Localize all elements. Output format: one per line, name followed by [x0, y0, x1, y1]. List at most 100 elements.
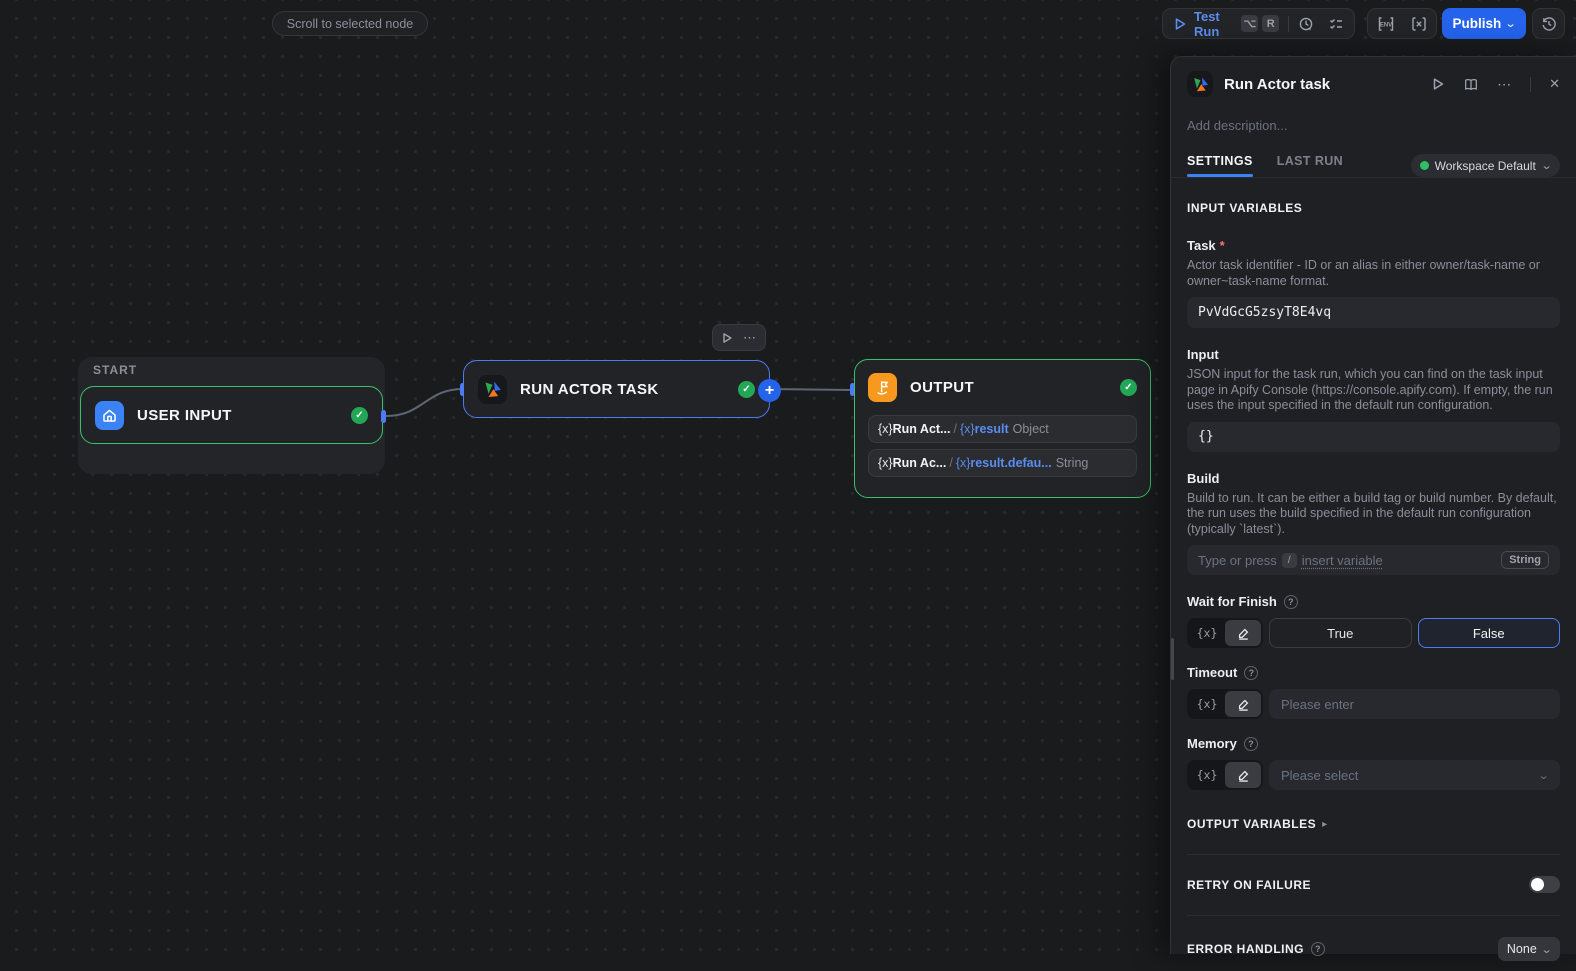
help-icon[interactable]: ? — [1244, 737, 1258, 751]
run-actor-task-node[interactable]: RUN ACTOR TASK ✓ + — [463, 360, 770, 418]
build-input[interactable]: Type or press / insert variable String — [1187, 545, 1560, 575]
source-node-name: Run Act... — [893, 422, 951, 436]
publish-button[interactable]: Publish ⌄ — [1442, 8, 1526, 39]
input-variables-header: INPUT VARIABLES — [1187, 201, 1560, 215]
fx-mode-button[interactable]: {x} — [1189, 620, 1225, 646]
chevron-down-icon: ⌄ — [1505, 17, 1517, 30]
timeout-input[interactable]: Please enter — [1269, 689, 1560, 719]
apify-logo-icon — [1187, 71, 1213, 97]
wait-false-button[interactable]: False — [1418, 618, 1561, 648]
output-variable-row[interactable]: {x}Run Ac... / {x}result.defau... String — [868, 449, 1137, 477]
node-title: USER INPUT — [137, 407, 338, 424]
version-history-button[interactable] — [1532, 8, 1565, 39]
node-play-icon[interactable] — [721, 332, 733, 344]
build-field-label: Build — [1187, 471, 1560, 486]
path-separator: / — [953, 422, 956, 436]
panel-scrollbar[interactable] — [1171, 638, 1174, 680]
toolbar-divider — [1288, 16, 1289, 32]
tab-settings[interactable]: SETTINGS — [1187, 154, 1253, 177]
json-value: {} — [1198, 429, 1214, 444]
fx-prefix: {x} — [878, 422, 893, 436]
output-variables-section[interactable]: OUTPUT VARIABLES ▸ — [1187, 817, 1560, 831]
flag-icon — [868, 373, 897, 402]
task-field-label: Task* — [1187, 238, 1560, 253]
section-divider — [1187, 915, 1560, 916]
description-placeholder[interactable]: Add description... — [1187, 118, 1560, 133]
edit-mode-button[interactable] — [1225, 762, 1261, 788]
run-node-icon[interactable] — [1431, 77, 1445, 91]
edit-mode-button[interactable] — [1225, 691, 1261, 717]
task-field-description: Actor task identifier - ID or an alias i… — [1187, 258, 1560, 289]
workspace-selector[interactable]: Workspace Default ⌄ — [1411, 154, 1560, 177]
build-field-description: Build to run. It can be either a build t… — [1187, 491, 1560, 538]
node-title: RUN ACTOR TASK — [520, 381, 725, 398]
close-icon[interactable]: ✕ — [1549, 76, 1560, 92]
output-node[interactable]: OUTPUT ✓ {x}Run Act... / {x}result Objec… — [854, 359, 1151, 498]
help-icon[interactable]: ? — [1244, 666, 1258, 680]
scroll-to-selected-node-button[interactable]: Scroll to selected node — [272, 11, 428, 36]
input-field-label: Input — [1187, 347, 1560, 362]
value-mode-switcher: {x} — [1187, 618, 1263, 648]
retry-on-failure-header: RETRY ON FAILURE — [1187, 878, 1311, 892]
fx-mode-button[interactable]: {x} — [1189, 691, 1225, 717]
checklist-icon[interactable] — [1328, 16, 1344, 32]
memory-select[interactable]: Please select ⌄ — [1269, 760, 1560, 790]
placeholder-text: Please enter — [1281, 697, 1354, 712]
output-variables-header: OUTPUT VARIABLES — [1187, 817, 1316, 831]
type-badge: String — [1501, 551, 1549, 569]
output-variable-row[interactable]: {x}Run Act... / {x}result Object — [868, 415, 1137, 443]
input-field-description: JSON input for the task run, which you c… — [1187, 367, 1560, 414]
value-mode-switcher: {x} — [1187, 689, 1263, 719]
fx-icon: {x} — [960, 422, 975, 436]
variable-type: Object — [1013, 422, 1049, 436]
docs-book-icon[interactable] — [1463, 77, 1479, 92]
apify-logo-icon — [478, 375, 507, 404]
error-handling-select[interactable]: None ⌄ — [1498, 937, 1560, 961]
node-more-icon[interactable]: ⋯ — [743, 330, 757, 346]
variables-toolbar-group: ENV — [1367, 8, 1437, 39]
start-group-label: START — [93, 363, 137, 377]
task-input[interactable]: PvVdGcG5zsyT8E4vq — [1187, 297, 1560, 328]
wait-true-button[interactable]: True — [1269, 618, 1412, 648]
svg-text:ENV: ENV — [1380, 22, 1392, 28]
add-next-node-button[interactable]: + — [758, 379, 781, 402]
fx-icon: {x} — [956, 456, 971, 470]
path-separator: / — [949, 456, 952, 470]
toggle-knob — [1531, 878, 1544, 891]
fx-mode-button[interactable]: {x} — [1189, 762, 1225, 788]
tab-last-run[interactable]: LAST RUN — [1277, 154, 1343, 177]
help-icon[interactable]: ? — [1284, 595, 1298, 609]
check-icon: ✓ — [738, 381, 755, 398]
variable-name: result — [975, 422, 1009, 436]
insert-variable-hint: insert variable — [1302, 553, 1383, 568]
test-run-play-icon[interactable] — [1173, 17, 1187, 31]
node-hover-toolbar: ⋯ — [712, 324, 766, 351]
output-port[interactable] — [381, 410, 386, 423]
retry-toggle[interactable] — [1529, 876, 1560, 893]
timeout-label: Timeout ? — [1187, 665, 1560, 680]
chevron-down-icon: ⌄ — [1537, 769, 1549, 782]
more-options-icon[interactable]: ⋯ — [1497, 76, 1512, 93]
env-variables-icon[interactable]: ENV — [1377, 16, 1395, 32]
node-title: OUTPUT — [910, 379, 1107, 396]
tabs-divider — [1171, 177, 1576, 178]
memory-label: Memory ? — [1187, 736, 1560, 751]
run-history-icon[interactable] — [1298, 16, 1314, 32]
node-settings-panel: Run Actor task ⋯ ✕ Add description... SE… — [1170, 56, 1576, 954]
source-node-name: Run Ac... — [893, 456, 947, 470]
user-input-node[interactable]: USER INPUT ✓ — [80, 386, 383, 444]
json-input[interactable]: {} — [1187, 422, 1560, 452]
check-icon: ✓ — [1120, 379, 1137, 396]
test-run-toolbar-group: Test Run ⌥ R — [1162, 8, 1355, 39]
shortcut-r-key: R — [1262, 15, 1279, 32]
home-icon — [95, 401, 124, 430]
wait-for-finish-label: Wait for Finish ? — [1187, 594, 1560, 609]
test-run-button[interactable]: Test Run — [1194, 9, 1233, 39]
placeholder-text: Please select — [1281, 768, 1358, 783]
edit-mode-button[interactable] — [1225, 620, 1261, 646]
collapse-arrow-icon: ▸ — [1322, 819, 1327, 830]
chat-variables-icon[interactable] — [1411, 16, 1427, 32]
variable-name: result.defau... — [970, 456, 1051, 470]
fx-prefix: {x} — [878, 456, 893, 470]
shortcut-option-key: ⌥ — [1241, 15, 1258, 32]
